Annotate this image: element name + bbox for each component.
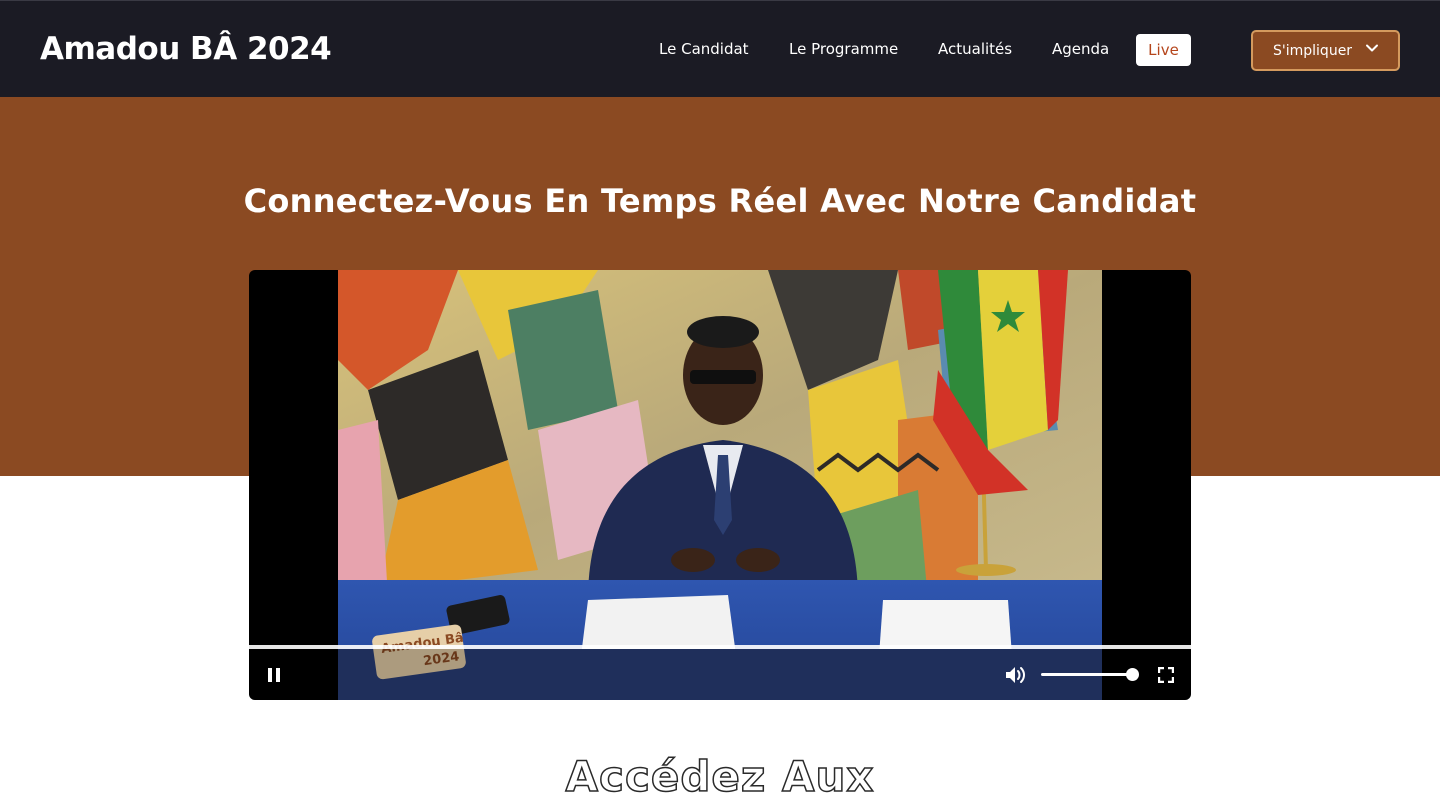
nav-live[interactable]: Live — [1136, 34, 1191, 66]
simpliquer-label: S'impliquer — [1273, 43, 1353, 59]
chevron-down-icon — [1366, 44, 1378, 52]
video-scene: Amadou Bâ 2024 — [338, 270, 1102, 700]
simpliquer-dropdown-button[interactable]: S'impliquer — [1251, 30, 1400, 71]
live-video-player[interactable]: Amadou Bâ 2024 — [249, 270, 1191, 700]
site-header: Amadou BÂ 2024 Le Candidat Le Programme … — [0, 0, 1440, 97]
volume-slider-track[interactable] — [1041, 673, 1133, 676]
nav-le-programme[interactable]: Le Programme — [789, 40, 898, 58]
nav-actualites[interactable]: Actualités — [938, 40, 1012, 58]
nav-le-candidat[interactable]: Le Candidat — [659, 40, 749, 58]
pause-icon[interactable] — [267, 667, 281, 683]
volume-slider-knob[interactable] — [1126, 668, 1139, 681]
fullscreen-icon[interactable] — [1158, 667, 1174, 683]
volume-icon[interactable] — [1005, 665, 1027, 685]
video-frame[interactable]: Amadou Bâ 2024 — [338, 270, 1102, 700]
site-logo[interactable]: Amadou BÂ 2024 — [40, 31, 332, 67]
nav-agenda[interactable]: Agenda — [1052, 40, 1109, 58]
hero-title: Connectez-Vous En Temps Réel Avec Notre … — [243, 182, 1197, 220]
section-heading: Accédez Aux — [565, 751, 875, 801]
